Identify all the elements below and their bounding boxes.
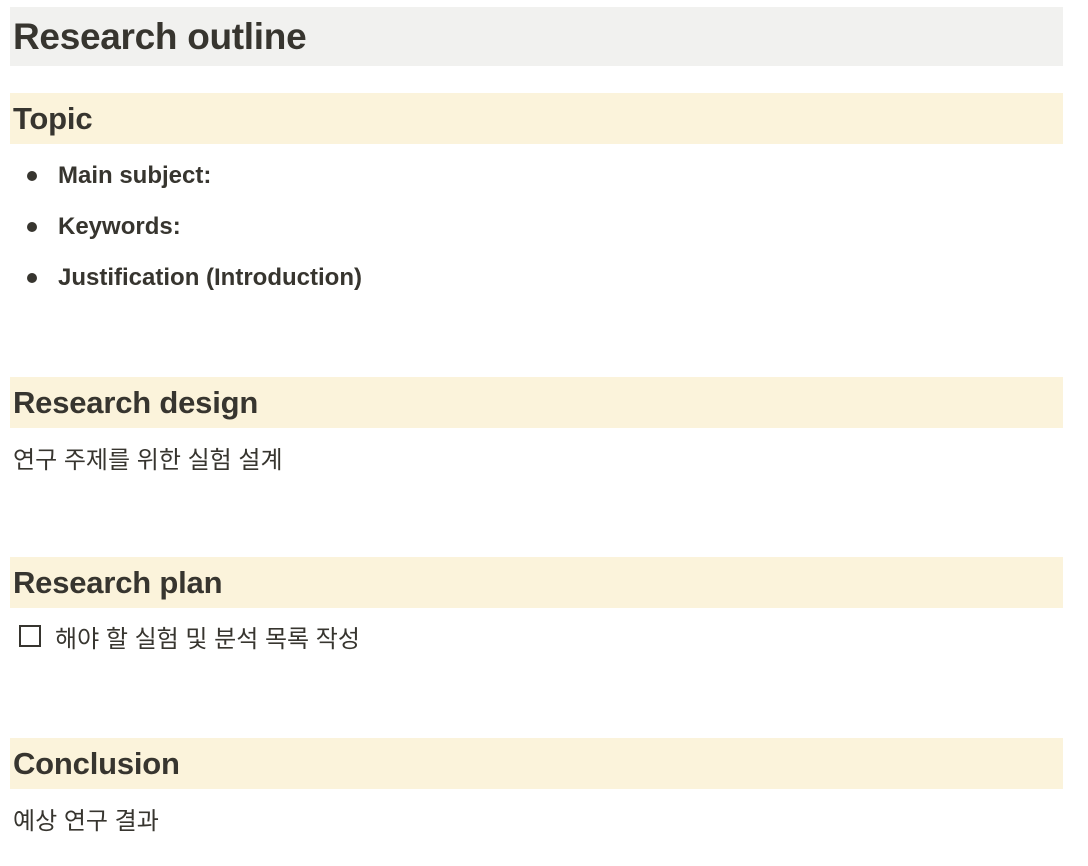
topic-heading-block[interactable]: Topic <box>10 93 1063 144</box>
list-item-main-subject[interactable]: Main subject: <box>10 150 362 201</box>
conclusion-heading[interactable]: Conclusion <box>13 746 180 782</box>
conclusion-heading-block[interactable]: Conclusion <box>10 738 1063 789</box>
todo-text[interactable]: 해야 할 실험 및 분석 목록 작성 <box>55 619 360 654</box>
todo-item: 해야 할 실험 및 분석 목록 작성 <box>19 619 360 654</box>
bullet-icon <box>27 221 37 232</box>
bullet-icon <box>27 170 37 181</box>
bullet-text[interactable]: Justification (Introduction) <box>58 264 362 292</box>
research-design-text[interactable]: 연구 주제를 위한 실험 설계 <box>13 440 283 475</box>
topic-bullet-list: Main subject: Keywords: Justification (I… <box>10 150 362 303</box>
bullet-text[interactable]: Keywords: <box>58 213 181 241</box>
list-item-keywords[interactable]: Keywords: <box>10 201 362 252</box>
document-page: Research outline Topic Main subject: Key… <box>0 0 1088 866</box>
page-title[interactable]: Research outline <box>13 16 307 58</box>
page-title-block[interactable]: Research outline <box>10 7 1063 66</box>
topic-heading[interactable]: Topic <box>13 101 93 137</box>
bullet-text[interactable]: Main subject: <box>58 162 211 190</box>
list-item-justification[interactable]: Justification (Introduction) <box>10 252 362 303</box>
conclusion-text[interactable]: 예상 연구 결과 <box>13 801 159 836</box>
research-plan-heading[interactable]: Research plan <box>13 565 223 601</box>
research-design-heading-block[interactable]: Research design <box>10 377 1063 428</box>
research-plan-heading-block[interactable]: Research plan <box>10 557 1063 608</box>
research-design-heading[interactable]: Research design <box>13 385 258 421</box>
bullet-icon <box>27 272 37 283</box>
todo-checkbox[interactable] <box>19 625 41 647</box>
